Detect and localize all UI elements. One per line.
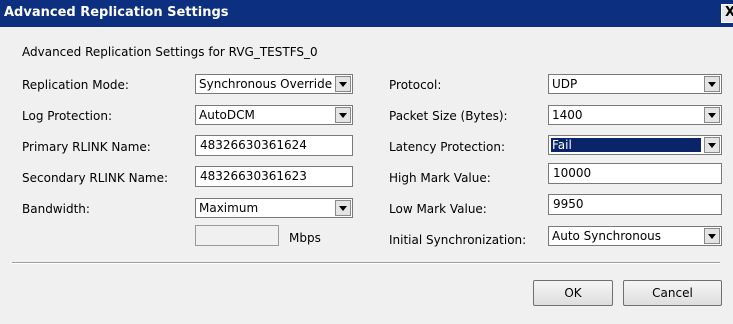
log-protection-select[interactable]: AutoDCM — [195, 105, 353, 125]
replication-mode-select[interactable]: Synchronous Override — [195, 74, 353, 94]
initial-sync-select[interactable]: Auto Synchronous — [548, 226, 722, 246]
chevron-down-icon[interactable] — [335, 76, 351, 92]
log-protection-label: Log Protection: — [22, 109, 112, 123]
replication-mode-value: Synchronous Override — [199, 77, 333, 91]
bandwidth-rate-input — [195, 225, 279, 246]
packet-size-value: 1400 — [552, 108, 583, 122]
secondary-rlink-input[interactable]: 48326630361623 — [195, 166, 353, 187]
low-mark-label: Low Mark Value: — [389, 202, 487, 216]
high-mark-label: High Mark Value: — [389, 171, 491, 185]
protocol-label: Protocol: — [389, 78, 442, 92]
primary-rlink-value: 48326630361624 — [200, 138, 307, 152]
window-title: Advanced Replication Settings — [4, 5, 229, 20]
bandwidth-value: Maximum — [199, 201, 259, 215]
protocol-value: UDP — [552, 77, 578, 91]
close-button[interactable]: X — [721, 4, 733, 23]
low-mark-value: 9950 — [553, 197, 584, 211]
secondary-rlink-label: Secondary RLINK Name: — [22, 171, 169, 185]
high-mark-input[interactable]: 10000 — [548, 163, 722, 184]
chevron-down-icon[interactable] — [704, 107, 720, 123]
low-mark-input[interactable]: 9950 — [548, 194, 722, 215]
protocol-select[interactable]: UDP — [548, 74, 722, 94]
chevron-down-icon[interactable] — [704, 76, 720, 92]
packet-size-label: Packet Size (Bytes): — [389, 109, 508, 123]
mbps-unit-label: Mbps — [289, 231, 321, 245]
chevron-down-icon[interactable] — [704, 228, 720, 244]
latency-protection-select[interactable]: Fail — [548, 135, 722, 155]
cancel-button[interactable]: Cancel — [623, 280, 722, 306]
title-bar: Advanced Replication Settings X — [0, 0, 733, 27]
chevron-down-icon[interactable] — [335, 107, 351, 123]
high-mark-value: 10000 — [553, 166, 592, 180]
initial-sync-value: Auto Synchronous — [552, 229, 662, 243]
ok-button[interactable]: OK — [533, 280, 613, 306]
replication-mode-label: Replication Mode: — [22, 78, 129, 92]
initial-sync-label: Initial Synchronization: — [389, 233, 527, 247]
primary-rlink-label: Primary RLINK Name: — [22, 140, 151, 154]
chevron-down-icon[interactable] — [335, 200, 351, 216]
latency-protection-value: Fail — [551, 138, 701, 152]
bandwidth-label: Bandwidth: — [22, 202, 90, 216]
log-protection-value: AutoDCM — [199, 108, 255, 122]
separator — [12, 262, 720, 264]
primary-rlink-input[interactable]: 48326630361624 — [195, 135, 353, 156]
bandwidth-select[interactable]: Maximum — [195, 198, 353, 218]
latency-protection-label: Latency Protection: — [389, 140, 505, 154]
secondary-rlink-value: 48326630361623 — [200, 169, 307, 183]
packet-size-select[interactable]: 1400 — [548, 105, 722, 125]
chevron-down-icon[interactable] — [704, 137, 720, 153]
dialog-subtitle: Advanced Replication Settings for RVG_TE… — [22, 45, 318, 59]
